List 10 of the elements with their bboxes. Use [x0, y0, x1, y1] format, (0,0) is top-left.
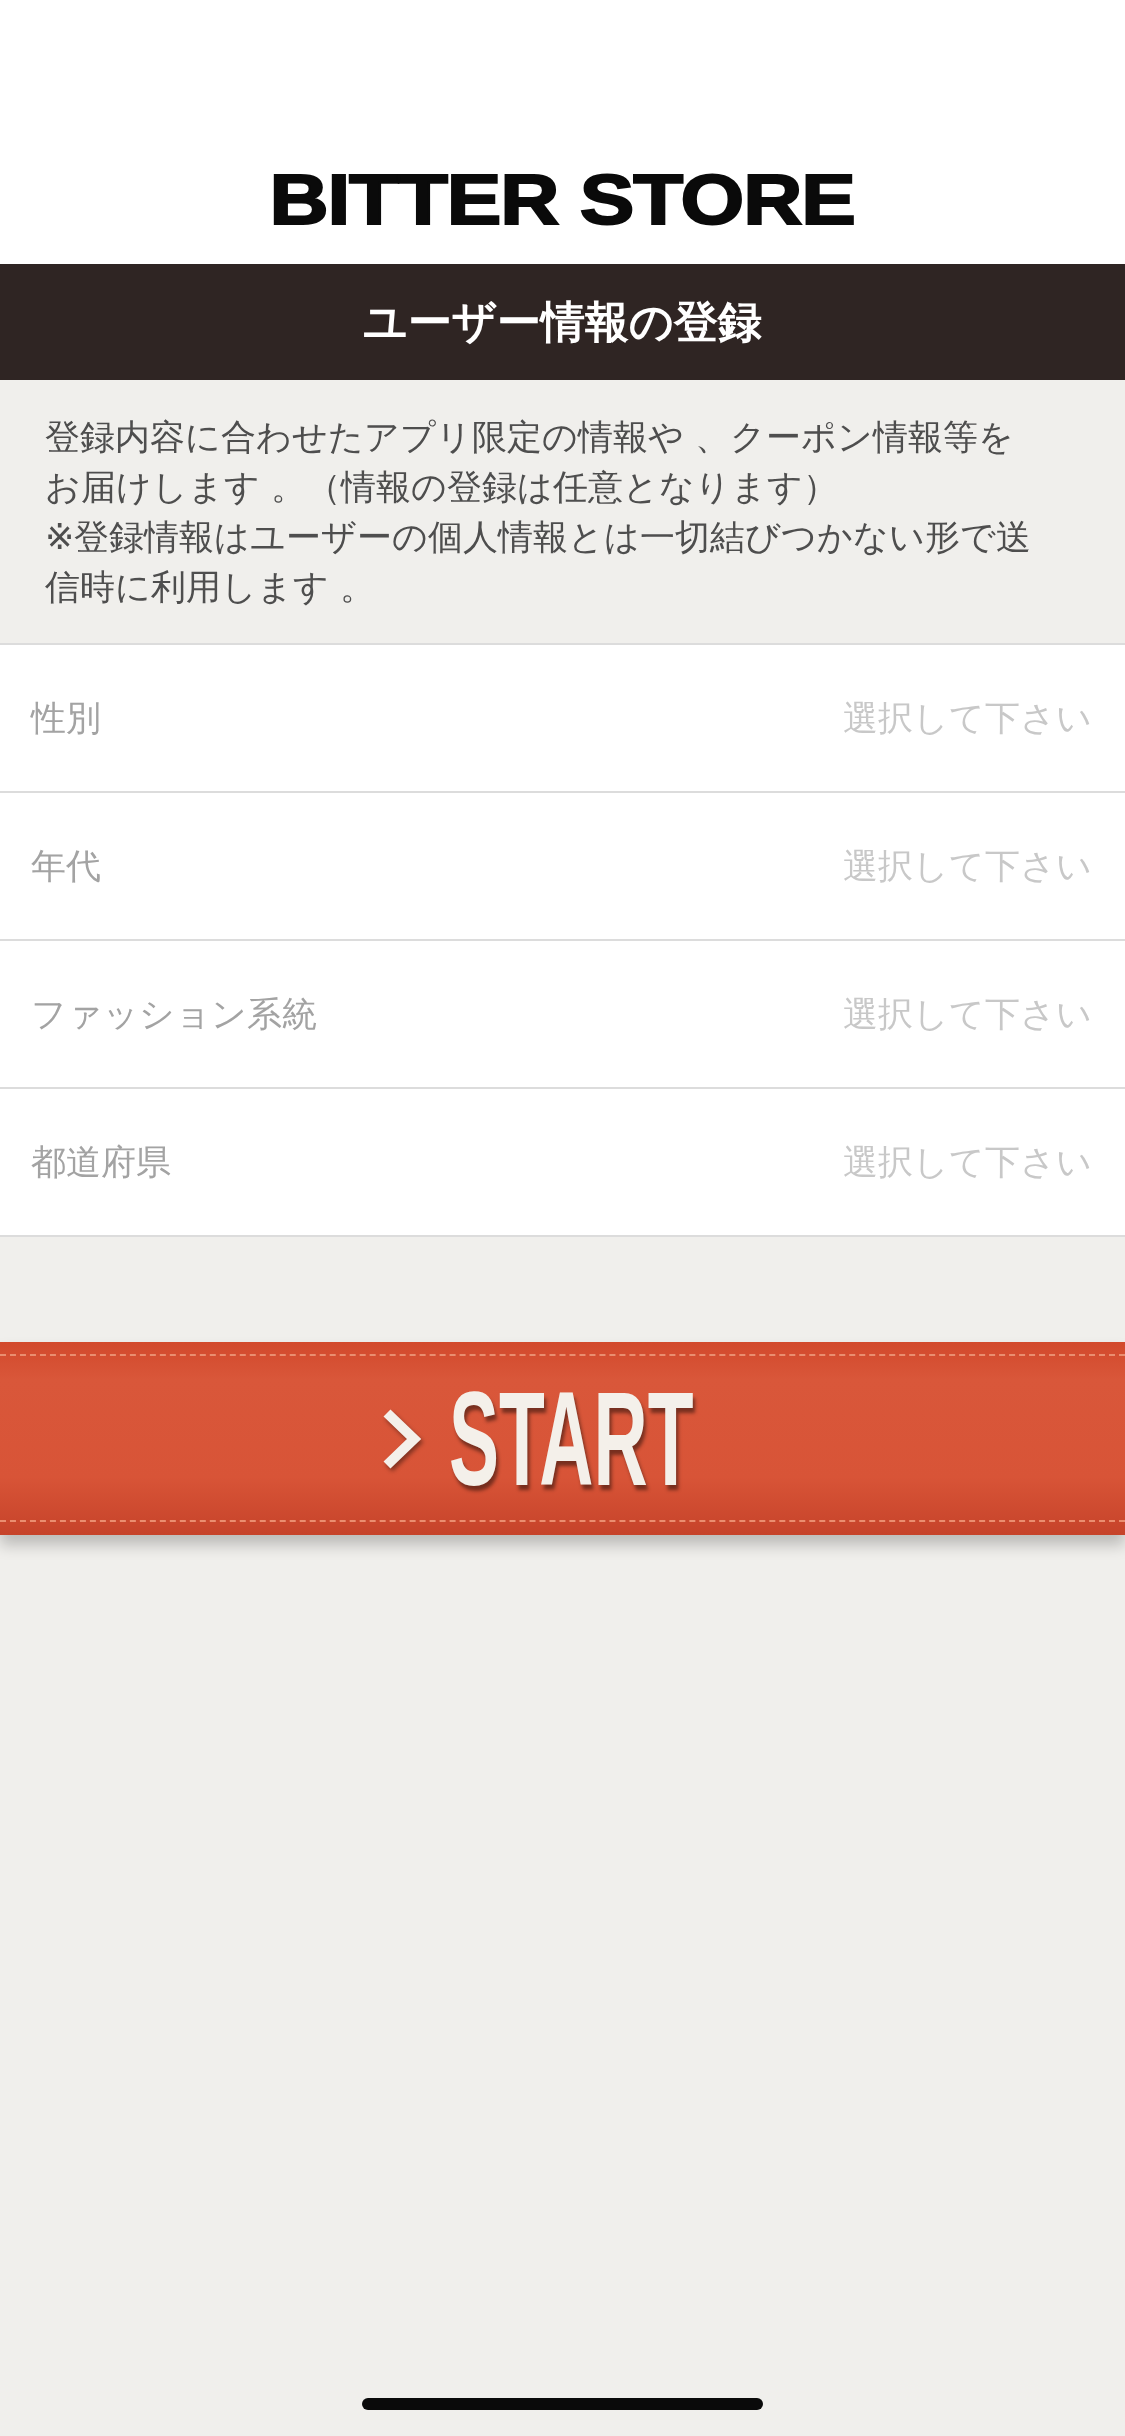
page-title: ユーザー情報の登録	[363, 295, 762, 349]
intro-text: ※登録情報はユーザーの個人情報とは一切結びつかない形で送信時に利用します 。	[45, 516, 1033, 609]
field-label: ファッション系統	[31, 993, 317, 1036]
field-label: 性別	[31, 697, 101, 740]
start-button[interactable]: START	[0, 1342, 1125, 1535]
intro-text: 登録内容に合わせたアプリ限定の情報や 、クーポン情報等をお届けします 。（情報の登録は任意となります）	[45, 416, 1016, 509]
field-label: 年代	[31, 845, 101, 888]
field-label: 都道府県	[31, 1141, 171, 1184]
store-logo: BITTER STORE	[269, 170, 856, 230]
chevron-right-icon	[381, 1407, 422, 1470]
